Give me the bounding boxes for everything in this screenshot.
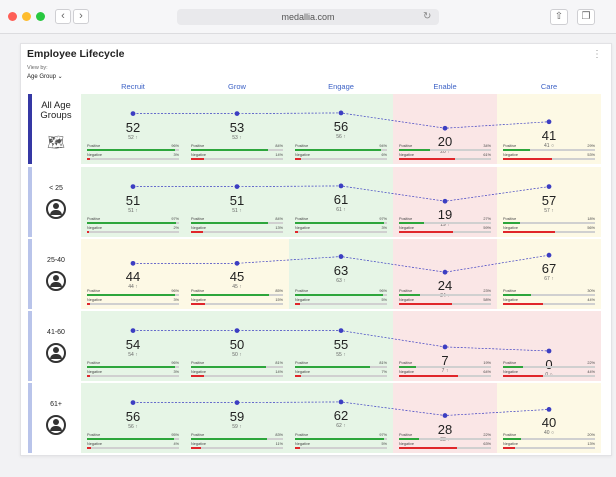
trend-point (442, 344, 448, 350)
trend-point (130, 400, 136, 405)
trend-point (130, 260, 136, 266)
tabs-icon: ❐ (581, 11, 591, 22)
trend-point (130, 111, 136, 116)
address-bar[interactable]: medallia.com (177, 9, 439, 25)
trend-point (546, 348, 552, 354)
trend-lines (130, 110, 552, 418)
trend-point (234, 260, 240, 266)
trend-point (234, 400, 240, 405)
trend-point (546, 252, 552, 258)
trend-point (234, 111, 240, 116)
chevron-right-icon: › (79, 10, 83, 22)
trend-point (442, 269, 448, 275)
forward-button[interactable]: › (73, 9, 89, 24)
browser-window: ‹ › medallia.com ↻ ⇧ ❐ Employee Lifecycl… (0, 0, 616, 477)
tabs-button[interactable]: ❐ (577, 9, 595, 25)
trend-point (338, 254, 344, 259)
trend-point (442, 198, 448, 204)
trend-point (546, 407, 552, 412)
trend-point (546, 184, 552, 190)
trend-point (338, 183, 344, 189)
trend-point (442, 413, 448, 418)
trend-point (234, 184, 240, 190)
trend-point (338, 399, 344, 405)
trend-point (234, 328, 240, 333)
trend-point (338, 110, 344, 116)
trend-line (133, 330, 550, 352)
share-icon: ⇧ (554, 11, 564, 22)
back-button[interactable]: ‹ (55, 9, 71, 24)
trend-point (130, 328, 136, 333)
close-window-button[interactable] (8, 12, 17, 21)
zoom-window-button[interactable] (36, 12, 45, 21)
trend-point (442, 125, 448, 131)
browser-toolbar: ‹ › medallia.com ↻ ⇧ ❐ (0, 0, 616, 34)
share-button[interactable]: ⇧ (550, 9, 568, 25)
trend-point (546, 119, 552, 125)
reload-icon[interactable]: ↻ (423, 9, 431, 25)
minimize-window-button[interactable] (22, 12, 31, 21)
chevron-left-icon: ‹ (61, 10, 65, 22)
trend-point (130, 184, 136, 190)
trend-point (338, 328, 344, 333)
employee-lifecycle-widget: Employee Lifecycle ⋮ View by: Age Group … (20, 43, 612, 456)
